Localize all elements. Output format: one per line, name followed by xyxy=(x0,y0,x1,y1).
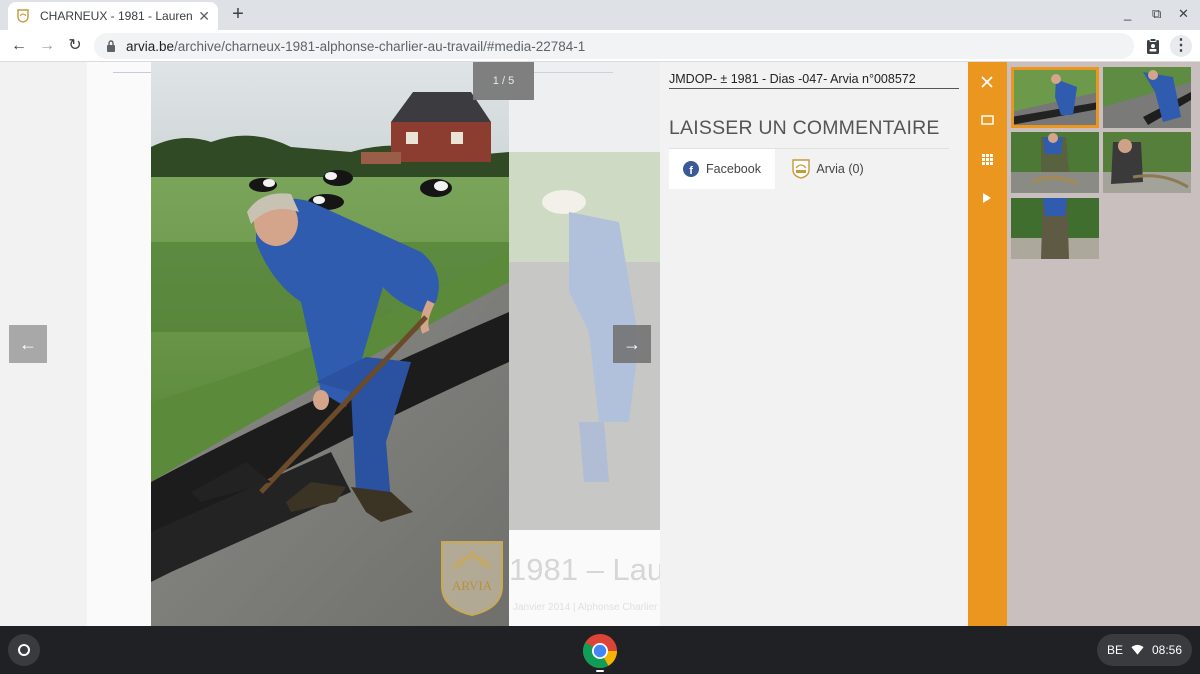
play-slideshow-button[interactable] xyxy=(977,188,997,208)
media-title: JMDOP- ± 1981 - Dias -047- Arvia n°00857… xyxy=(669,72,959,89)
reload-button[interactable]: ↻ xyxy=(64,35,86,57)
grid-view-icon xyxy=(981,153,993,165)
os-shelf: BE 08:56 xyxy=(0,626,1200,674)
single-view-button[interactable] xyxy=(977,110,997,130)
previous-slide-button[interactable]: ← xyxy=(9,325,47,363)
arrow-right-icon: → xyxy=(623,333,641,354)
clipboard-extension-icon[interactable] xyxy=(1144,37,1162,55)
launcher-icon xyxy=(18,644,30,656)
restore-button[interactable]: ⧉ xyxy=(1152,6,1161,22)
lock-icon xyxy=(107,40,115,52)
thumbnail-item[interactable] xyxy=(1011,198,1099,259)
comment-tabs: f Facebook Arvia (0) xyxy=(669,148,949,189)
url-path: /archive/charneux-1981-alphonse-charlier… xyxy=(174,38,586,54)
thumbnail-image xyxy=(1011,198,1099,259)
facebook-icon: f xyxy=(683,161,700,177)
browser-tab[interactable]: CHARNEUX - 1981 - Laurent Sch ✕ xyxy=(8,2,218,30)
thumbnail-image xyxy=(1103,132,1191,193)
system-tray[interactable]: BE 08:56 xyxy=(1097,634,1192,666)
close-gallery-button[interactable] xyxy=(977,72,997,92)
thumbnail-image xyxy=(1011,67,1099,128)
tab-facebook-label: Facebook xyxy=(706,162,761,176)
thumbnail-strip xyxy=(1007,62,1200,626)
keyboard-layout: BE xyxy=(1107,643,1124,657)
single-view-icon xyxy=(980,115,994,125)
gallery-toolbar xyxy=(968,62,1007,626)
next-slide-preview xyxy=(509,62,660,530)
arvia-watermark-icon: ARVIA xyxy=(441,541,503,617)
browser-menu-button[interactable]: ⋮ xyxy=(1170,35,1192,57)
tab-facebook[interactable]: f Facebook xyxy=(669,149,775,189)
thumbnail-image xyxy=(1011,132,1099,193)
slide-background-title: 1981 – Laurent xyxy=(509,552,660,587)
wifi-icon xyxy=(1131,644,1144,655)
launcher-button[interactable] xyxy=(8,634,40,666)
tab-title: CHARNEUX - 1981 - Laurent Sch xyxy=(40,9,193,23)
address-bar[interactable]: arvia.be/archive/charneux-1981-alphonse-… xyxy=(94,33,1134,59)
browser-toolbar: ← → ↻ arvia.be/archive/charneux-1981-alp… xyxy=(0,30,1200,62)
web-page: 1981 – Laurent Janvier 2014 | Alphonse C… xyxy=(0,62,1200,626)
tab-arvia-label: Arvia (0) xyxy=(816,162,864,176)
clock-time: 08:56 xyxy=(1151,643,1182,657)
running-indicator xyxy=(596,670,604,672)
browser-tab-strip: CHARNEUX - 1981 - Laurent Sch ✕ + _ ⧉ ✕ xyxy=(0,0,1200,30)
watermark-text: ARVIA xyxy=(452,578,493,593)
arrow-left-icon: ← xyxy=(19,333,37,354)
chrome-app-icon[interactable] xyxy=(582,633,618,669)
minimize-button[interactable]: _ xyxy=(1124,6,1131,21)
thumbnail-item[interactable] xyxy=(1103,132,1191,193)
thumbnail-image xyxy=(1103,67,1191,128)
forward-button[interactable]: → xyxy=(36,35,58,57)
url-host: arvia.be xyxy=(126,38,175,54)
slide-counter: 1 / 5 xyxy=(473,62,534,100)
back-button[interactable]: ← xyxy=(8,35,30,57)
thumbnail-item[interactable] xyxy=(1011,67,1099,128)
arvia-favicon-icon xyxy=(16,9,30,23)
slide-background-subtitle: Janvier 2014 | Alphonse Charlier xyxy=(513,602,658,613)
media-side-panel: JMDOP- ± 1981 - Dias -047- Arvia n°00857… xyxy=(660,62,968,626)
tab-close-icon[interactable]: ✕ xyxy=(198,8,210,25)
play-icon xyxy=(983,193,991,203)
arvia-shield-icon xyxy=(792,159,811,179)
tab-arvia[interactable]: Arvia (0) xyxy=(783,149,873,189)
grid-view-button[interactable] xyxy=(977,149,997,169)
thumbnail-item[interactable] xyxy=(1103,67,1191,128)
comment-heading: LAISSER UN COMMENTAIRE xyxy=(669,117,940,139)
new-tab-button[interactable]: + xyxy=(228,4,248,24)
next-slide-button[interactable]: → xyxy=(613,325,651,363)
window-close-button[interactable]: ✕ xyxy=(1178,6,1189,22)
thumbnail-item[interactable] xyxy=(1011,132,1099,193)
close-icon xyxy=(981,76,993,88)
